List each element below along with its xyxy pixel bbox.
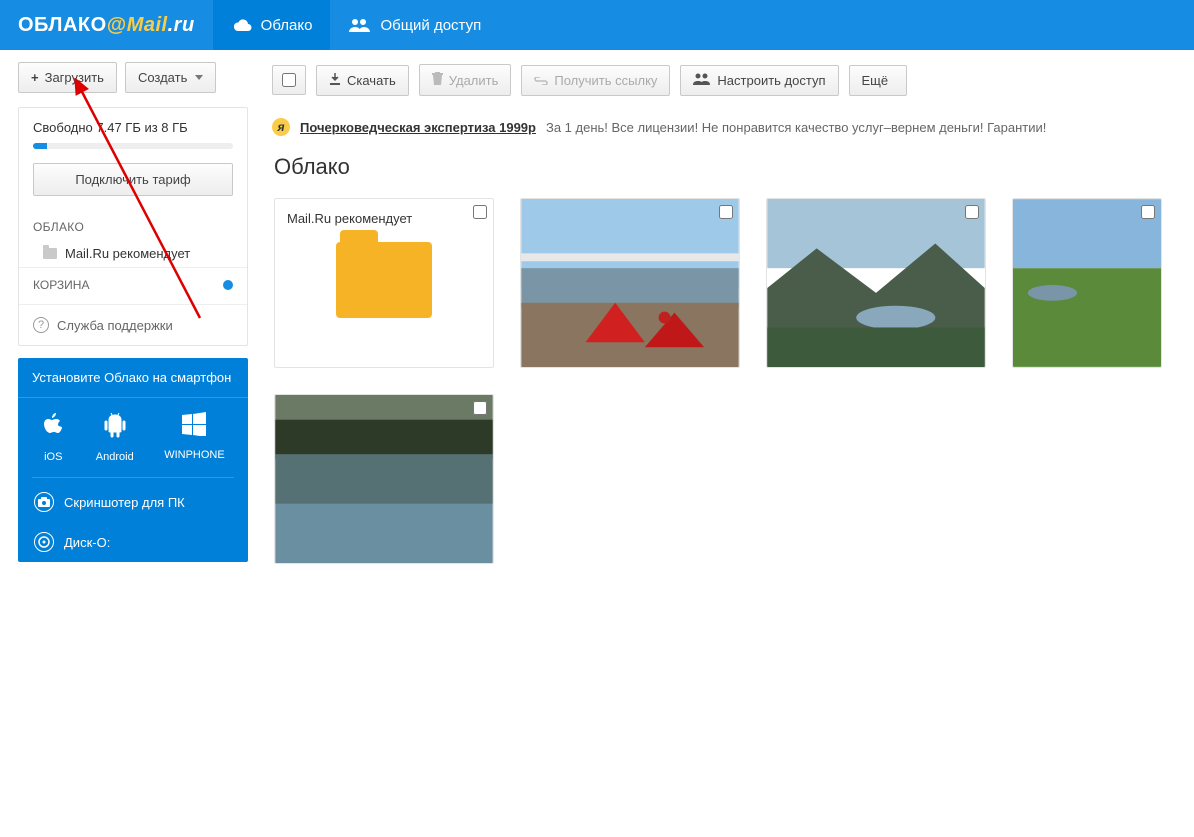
app-ios-label: iOS (44, 451, 62, 463)
create-label: Создать (138, 70, 187, 85)
plan-button[interactable]: Подключить тариф (33, 163, 233, 196)
tab-cloud-label: Облако (261, 17, 313, 34)
more-button[interactable]: Ещё (849, 65, 908, 96)
cloud-icon (231, 17, 253, 33)
tab-shared[interactable]: Общий доступ (330, 0, 499, 50)
logo-mail-text: Mail (127, 14, 168, 37)
plus-icon: + (31, 70, 39, 85)
screenshoter-link[interactable]: Скриншотер для ПК (18, 482, 248, 522)
users-icon (348, 17, 372, 33)
trash-section[interactable]: КОРЗИНА (19, 267, 247, 304)
grid-image-card[interactable] (1012, 198, 1162, 368)
file-grid: Mail.Ru рекомендует (260, 198, 1194, 564)
storage-text: Свободно 7.47 ГБ из 8 ГБ (33, 120, 233, 135)
help-icon: ? (33, 317, 49, 333)
divider (32, 477, 234, 478)
trash-label: КОРЗИНА (33, 278, 89, 292)
folder-icon (43, 248, 57, 259)
app-android-label: Android (96, 451, 134, 463)
card-checkbox[interactable] (719, 205, 733, 219)
caret-down-icon (195, 75, 203, 80)
share-button[interactable]: Настроить доступ (680, 65, 838, 96)
share-users-icon (693, 73, 711, 88)
tree-item-label: Mail.Ru рекомендует (65, 246, 190, 261)
grid-image-card[interactable] (520, 198, 740, 368)
image-thumb (1013, 199, 1161, 367)
upload-label: Загрузить (45, 70, 104, 85)
page-title: Облако (260, 146, 1194, 198)
tab-shared-label: Общий доступ (380, 17, 481, 34)
support-label: Служба поддержки (57, 318, 173, 333)
promo-panel: Установите Облако на смартфон iOS Androi… (18, 358, 248, 562)
app-header: ОБЛАКО @ Mail .ru Облако Общий доступ (0, 0, 1194, 50)
app-android[interactable]: Android (96, 412, 134, 463)
download-button[interactable]: Скачать (316, 65, 409, 96)
ad-banner[interactable]: я Почерковедческая экспертиза 1999р За 1… (260, 108, 1194, 146)
support-link[interactable]: ? Служба поддержки (19, 304, 247, 345)
disko-link[interactable]: Диск-О: (18, 522, 248, 562)
toolbar: Скачать Удалить Получить ссылку Настроит… (260, 62, 1194, 108)
create-button[interactable]: Создать (125, 62, 216, 93)
get-link-button[interactable]: Получить ссылку (521, 65, 670, 96)
delete-label: Удалить (449, 73, 499, 88)
link-icon (534, 73, 548, 88)
storage-progress (33, 143, 233, 149)
share-label: Настроить доступ (717, 73, 825, 88)
sidebar: + Загрузить Создать Свободно 7.47 ГБ из … (0, 50, 260, 584)
at-icon: @ (107, 14, 127, 37)
app-ios[interactable]: iOS (41, 412, 65, 463)
storage-progress-fill (33, 143, 47, 149)
get-link-label: Получить ссылку (554, 73, 657, 88)
windows-icon (164, 412, 225, 443)
camera-icon (34, 492, 54, 512)
tab-cloud[interactable]: Облако (213, 0, 331, 50)
logo-cloud-text: ОБЛАКО (18, 14, 107, 37)
grid-image-card[interactable] (766, 198, 986, 368)
top-tabs: Облако Общий доступ (213, 0, 500, 50)
card-checkbox[interactable] (473, 205, 487, 219)
delete-button[interactable]: Удалить (419, 64, 512, 96)
folder-card-label: Mail.Ru рекомендует (287, 211, 481, 226)
upload-button[interactable]: + Загрузить (18, 62, 117, 93)
grid-folder-card[interactable]: Mail.Ru рекомендует (274, 198, 494, 368)
ad-link-text[interactable]: Почерковедческая экспертиза 1999р (300, 120, 536, 135)
main-content: Скачать Удалить Получить ссылку Настроит… (260, 50, 1194, 584)
card-checkbox[interactable] (1141, 205, 1155, 219)
card-checkbox[interactable] (965, 205, 979, 219)
storage-panel: Свободно 7.47 ГБ из 8 ГБ Подключить тари… (18, 107, 248, 346)
app-winphone[interactable]: WINPHONE (164, 412, 225, 463)
logo[interactable]: ОБЛАКО @ Mail .ru (0, 14, 213, 37)
image-thumb (275, 395, 493, 563)
ad-text: За 1 день! Все лицензии! Не понравится к… (546, 120, 1046, 135)
download-icon (329, 73, 341, 88)
notification-dot-icon (223, 280, 233, 290)
disk-icon (34, 532, 54, 552)
apple-icon (41, 412, 65, 445)
download-label: Скачать (347, 73, 396, 88)
app-winphone-label: WINPHONE (164, 449, 225, 461)
trash-icon (432, 72, 443, 88)
grid-image-card[interactable] (274, 394, 494, 564)
android-icon (96, 412, 134, 445)
folder-big-icon (336, 242, 432, 318)
select-all-checkbox[interactable] (272, 65, 306, 95)
disko-label: Диск-О: (64, 535, 110, 550)
card-checkbox[interactable] (473, 401, 487, 415)
cloud-section-title: ОБЛАКО (19, 210, 247, 240)
select-all-input[interactable] (282, 73, 296, 87)
sidebar-item-recommends[interactable]: Mail.Ru рекомендует (19, 240, 247, 267)
image-thumb (767, 199, 985, 367)
more-label: Ещё (862, 73, 889, 88)
image-thumb (521, 199, 739, 367)
logo-ru-text: .ru (168, 14, 195, 37)
ad-badge-icon: я (272, 118, 290, 136)
screenshoter-label: Скриншотер для ПК (64, 495, 185, 510)
promo-title: Установите Облако на смартфон (18, 358, 248, 398)
